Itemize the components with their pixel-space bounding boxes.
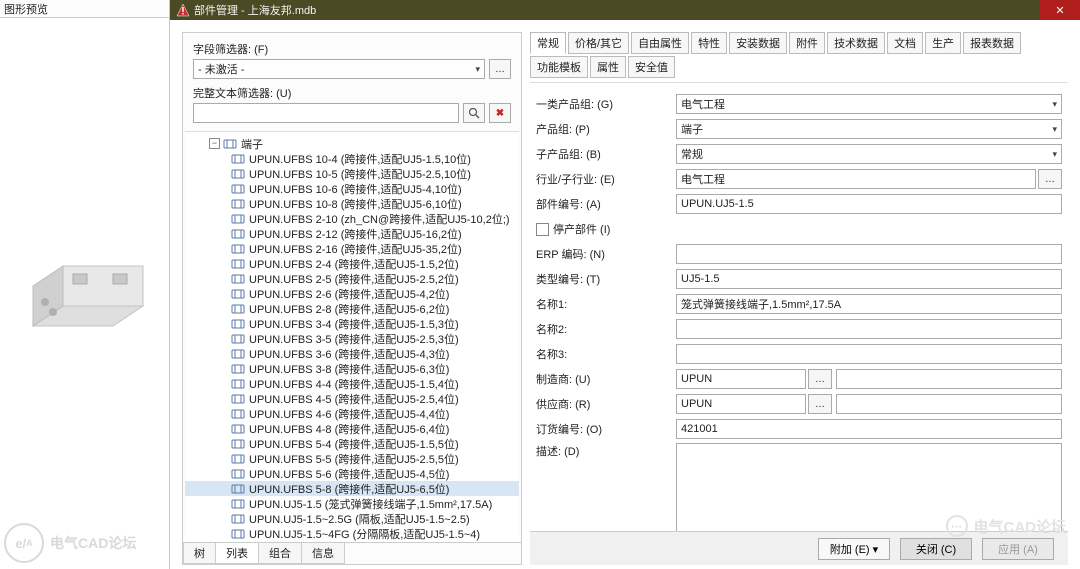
preview-image [0,18,169,569]
form-tab[interactable]: 属性 [590,56,626,78]
name1-field[interactable]: 笼式弹簧接线端子,1.5mm²,17.5A [676,294,1062,314]
tree-item[interactable]: UPUN.UFBS 3-4 (跨接件,适配UJ5-1.5,3位) [185,316,519,331]
tree-item[interactable]: UPUN.UFBS 2-5 (跨接件,适配UJ5-2.5,2位) [185,271,519,286]
tree-item[interactable]: UPUN.UFBS 4-8 (跨接件,适配UJ5-6,4位) [185,421,519,436]
order-number-field[interactable]: 421001 [676,419,1062,439]
form-tab[interactable]: 安全值 [628,56,675,78]
form-tab[interactable]: 生产 [925,32,961,54]
manufacturer-field[interactable]: UPUN [676,369,806,389]
form-tab[interactable]: 技术数据 [827,32,885,54]
erp-field[interactable] [676,244,1062,264]
tree-item[interactable]: UPUN.UFBS 10-6 (跨接件,适配UJ5-4,10位) [185,181,519,196]
tree-item[interactable]: UPUN.UFBS 10-5 (跨接件,适配UJ5-2.5,10位) [185,166,519,181]
tree-item[interactable]: UPUN.UFBS 2-6 (跨接件,适配UJ5-4,2位) [185,286,519,301]
type-number-field[interactable]: UJ5-1.5 [676,269,1062,289]
tree-item[interactable]: UPUN.UFBS 10-4 (跨接件,适配UJ5-1.5,10位) [185,151,519,166]
tree-item[interactable]: UPUN.UFBS 5-6 (跨接件,适配UJ5-4,5位) [185,466,519,481]
supplier-field[interactable]: UPUN [676,394,806,414]
apply-button[interactable]: 应用 (A) [982,538,1054,560]
field-filter-label: 字段筛选器: (F) [193,41,511,57]
search-button[interactable] [463,103,485,123]
form-tab[interactable]: 常规 [530,32,566,54]
manufacturer-more[interactable]: … [808,369,832,389]
tree-item[interactable]: UPUN.UJ5-1.5~4FG (分隔隔板,适配UJ5-1.5~4) [185,526,519,541]
tree-item[interactable]: UPUN.UJ5-1.5 (笼式弹簧接线端子,1.5mm²,17.5A) [185,496,519,511]
tree-item[interactable]: UPUN.UFBS 2-10 (zh_CN@跨接件,适配UJ5-10,2位;) [185,211,519,226]
product-sub-combo[interactable]: 端子 [676,119,1062,139]
form-tab[interactable]: 自由属性 [631,32,689,54]
tree-item[interactable]: UPUN.UFBS 3-5 (跨接件,适配UJ5-2.5,3位) [185,331,519,346]
warning-icon [176,3,190,17]
form-tab[interactable]: 特性 [691,32,727,54]
supplier-desc[interactable] [836,394,1062,414]
industry-more[interactable]: … [1038,169,1062,189]
tree-item[interactable]: UPUN.UJ5-1.5~2.5G (隔板,适配UJ5-1.5~2.5) [185,511,519,526]
sub-product-combo[interactable]: 常规 [676,144,1062,164]
parts-tree[interactable]: −端子UPUN.UFBS 10-4 (跨接件,适配UJ5-1.5,10位)UPU… [185,131,519,542]
extras-button[interactable]: 附加 (E) ▾ [818,538,890,560]
tree-item[interactable]: UPUN.UFBS 2-16 (跨接件,适配UJ5-35,2位) [185,241,519,256]
field-filter-more[interactable]: … [489,59,511,79]
form-tab[interactable]: 文档 [887,32,923,54]
manufacturer-desc[interactable] [836,369,1062,389]
tree-tab[interactable]: 列表 [215,543,259,564]
tree-root-node[interactable]: −端子 [185,136,519,151]
product-group-combo[interactable]: 电气工程 [676,94,1062,114]
tree-tab[interactable]: 树 [183,543,216,564]
preview-title: 图形预览 [0,0,169,18]
description-textarea[interactable] [676,443,1062,531]
part-number-field[interactable]: UPUN.UJ5-1.5 [676,194,1062,214]
clear-filter-button[interactable]: ✖ [489,103,511,123]
form-tab[interactable]: 价格/其它 [568,32,629,54]
tree-item[interactable]: UPUN.UFBS 4-5 (跨接件,适配UJ5-2.5,4位) [185,391,519,406]
tree-item[interactable]: UPUN.UJ5-1.5JD (笼式弹簧接线端子,接地型,1.5mm²) [185,541,519,542]
dialog-titlebar: 部件管理 - 上海友邦.mdb ✕ [170,0,1080,20]
tree-item[interactable]: UPUN.UFBS 2-4 (跨接件,适配UJ5-1.5,2位) [185,256,519,271]
tree-item[interactable]: UPUN.UFBS 10-8 (跨接件,适配UJ5-6,10位) [185,196,519,211]
tree-item[interactable]: UPUN.UFBS 4-4 (跨接件,适配UJ5-1.5,4位) [185,376,519,391]
name2-field[interactable] [676,319,1062,339]
tree-item[interactable]: UPUN.UFBS 2-12 (跨接件,适配UJ5-16,2位) [185,226,519,241]
fulltext-filter-input[interactable] [193,103,459,123]
tree-item[interactable]: UPUN.UFBS 5-5 (跨接件,适配UJ5-2.5,5位) [185,451,519,466]
close-dialog-button[interactable]: 关闭 (C) [900,538,972,560]
form-tab[interactable]: 报表数据 [963,32,1021,54]
fulltext-filter-label: 完整文本筛选器: (U) [193,85,511,101]
tree-tab[interactable]: 组合 [258,543,302,564]
tree-tab[interactable]: 信息 [301,543,345,564]
field-filter-combo[interactable]: - 未激活 - [193,59,485,79]
form-tab[interactable]: 附件 [789,32,825,54]
dialog-title: 部件管理 - 上海友邦.mdb [194,2,316,18]
tree-item[interactable]: UPUN.UFBS 5-4 (跨接件,适配UJ5-1.5,5位) [185,436,519,451]
tree-item[interactable]: UPUN.UFBS 2-8 (跨接件,适配UJ5-6,2位) [185,301,519,316]
tree-item[interactable]: UPUN.UFBS 3-8 (跨接件,适配UJ5-6,3位) [185,361,519,376]
supplier-more[interactable]: … [808,394,832,414]
tree-item[interactable]: UPUN.UFBS 3-6 (跨接件,适配UJ5-4,3位) [185,346,519,361]
tree-item[interactable]: UPUN.UFBS 5-8 (跨接件,适配UJ5-6,5位) [185,481,519,496]
discontinued-checkbox[interactable] [536,223,549,236]
name3-field[interactable] [676,344,1062,364]
form-tab[interactable]: 功能模板 [530,56,588,78]
close-button[interactable]: ✕ [1040,0,1080,20]
form-tab[interactable]: 安装数据 [729,32,787,54]
industry-field[interactable]: 电气工程 [676,169,1036,189]
tree-item[interactable]: UPUN.UFBS 4-6 (跨接件,适配UJ5-4,4位) [185,406,519,421]
